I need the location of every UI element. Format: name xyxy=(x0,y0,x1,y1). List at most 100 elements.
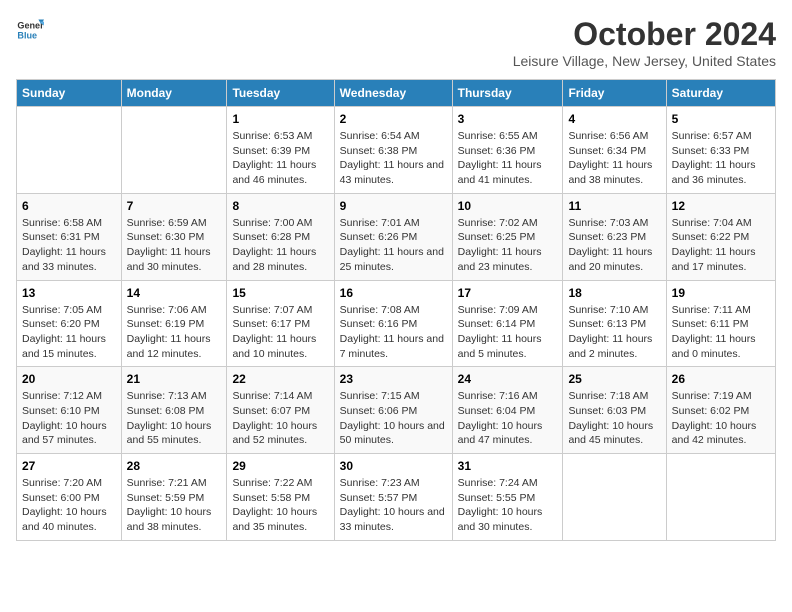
calendar-cell: 24Sunrise: 7:16 AM Sunset: 6:04 PM Dayli… xyxy=(452,367,563,454)
day-info: Sunrise: 7:03 AM Sunset: 6:23 PM Dayligh… xyxy=(568,216,660,275)
calendar-cell: 28Sunrise: 7:21 AM Sunset: 5:59 PM Dayli… xyxy=(121,454,227,541)
day-number: 13 xyxy=(22,286,116,300)
calendar-cell: 12 Sunrise: 7:04 AM Sunset: 6:22 PM Dayli… xyxy=(666,193,775,280)
calendar-header-row: SundayMondayTuesdayWednesdayThursdayFrid… xyxy=(17,80,776,107)
day-info: Sunrise: 7:11 AM Sunset: 6:11 PM Dayligh… xyxy=(672,303,770,362)
day-info: Sunrise: 7:22 AM Sunset: 5:58 PM Dayligh… xyxy=(232,476,328,535)
day-info: Sunrise: 7:20 AM Sunset: 6:00 PM Dayligh… xyxy=(22,476,116,535)
calendar-cell: 6 Sunrise: 6:58 AM Sunset: 6:31 PM Daylig… xyxy=(17,193,122,280)
calendar-cell: 10 Sunrise: 7:02 AM Sunset: 6:25 PM Dayli… xyxy=(452,193,563,280)
calendar-cell: 19 Sunrise: 7:11 AM Sunset: 6:11 PM Dayli… xyxy=(666,280,775,367)
calendar-cell: 1 Sunrise: 6:53 AM Sunset: 6:39 PM Daylig… xyxy=(227,107,334,194)
day-number: 17 xyxy=(458,286,558,300)
calendar-cell: 26 Sunrise: 7:19 AM Sunset: 6:02 PM Dayli… xyxy=(666,367,775,454)
calendar-cell: 18 Sunrise: 7:10 AM Sunset: 6:13 PM Dayli… xyxy=(563,280,666,367)
day-number: 21 xyxy=(127,372,222,386)
calendar-table: SundayMondayTuesdayWednesdayThursdayFrid… xyxy=(16,79,776,541)
day-number: 1 xyxy=(232,112,328,126)
header-thursday: Thursday xyxy=(452,80,563,107)
day-info: Sunrise: 6:57 AM Sunset: 6:33 PM Dayligh… xyxy=(672,129,770,188)
day-info: Sunrise: 7:18 AM Sunset: 6:03 PM Dayligh… xyxy=(568,389,660,448)
calendar-cell: 4 Sunrise: 6:56 AM Sunset: 6:34 PM Daylig… xyxy=(563,107,666,194)
calendar-cell: 22 Sunrise: 7:14 AM Sunset: 6:07 PM Dayli… xyxy=(227,367,334,454)
calendar-cell: 3Sunrise: 6:55 AM Sunset: 6:36 PM Daylig… xyxy=(452,107,563,194)
day-info: Sunrise: 7:14 AM Sunset: 6:07 PM Dayligh… xyxy=(232,389,328,448)
day-info: Sunrise: 7:23 AM Sunset: 5:57 PM Dayligh… xyxy=(340,476,447,535)
day-number: 15 xyxy=(232,286,328,300)
calendar-cell: 16 Sunrise: 7:08 AM Sunset: 6:16 PM Dayli… xyxy=(334,280,452,367)
calendar-week-5: 27 Sunrise: 7:20 AM Sunset: 6:00 PM Dayli… xyxy=(17,454,776,541)
day-info: Sunrise: 7:05 AM Sunset: 6:20 PM Dayligh… xyxy=(22,303,116,362)
day-number: 7 xyxy=(127,199,222,213)
svg-text:Blue: Blue xyxy=(17,30,37,40)
day-number: 29 xyxy=(232,459,328,473)
calendar-week-4: 20 Sunrise: 7:12 AM Sunset: 6:10 PM Dayli… xyxy=(17,367,776,454)
calendar-week-1: 1 Sunrise: 6:53 AM Sunset: 6:39 PM Daylig… xyxy=(17,107,776,194)
day-number: 27 xyxy=(22,459,116,473)
header-tuesday: Tuesday xyxy=(227,80,334,107)
day-number: 26 xyxy=(672,372,770,386)
day-info: Sunrise: 7:12 AM Sunset: 6:10 PM Dayligh… xyxy=(22,389,116,448)
day-number: 3 xyxy=(458,112,558,126)
page-header: General Blue October 2024 Leisure Villag… xyxy=(16,16,776,69)
header-sunday: Sunday xyxy=(17,80,122,107)
day-number: 30 xyxy=(340,459,447,473)
day-info: Sunrise: 7:02 AM Sunset: 6:25 PM Dayligh… xyxy=(458,216,558,275)
day-info: Sunrise: 7:13 AM Sunset: 6:08 PM Dayligh… xyxy=(127,389,222,448)
calendar-cell: 30 Sunrise: 7:23 AM Sunset: 5:57 PM Dayli… xyxy=(334,454,452,541)
day-info: Sunrise: 7:24 AM Sunset: 5:55 PM Dayligh… xyxy=(458,476,558,535)
day-number: 16 xyxy=(340,286,447,300)
day-number: 24 xyxy=(458,372,558,386)
day-number: 23 xyxy=(340,372,447,386)
calendar-cell: 21 Sunrise: 7:13 AM Sunset: 6:08 PM Dayli… xyxy=(121,367,227,454)
calendar-cell xyxy=(563,454,666,541)
day-info: Sunrise: 6:59 AM Sunset: 6:30 PM Dayligh… xyxy=(127,216,222,275)
day-info: Sunrise: 7:19 AM Sunset: 6:02 PM Dayligh… xyxy=(672,389,770,448)
day-number: 11 xyxy=(568,199,660,213)
calendar-cell xyxy=(121,107,227,194)
calendar-cell: 8 Sunrise: 7:00 AM Sunset: 6:28 PM Daylig… xyxy=(227,193,334,280)
day-number: 14 xyxy=(127,286,222,300)
day-number: 22 xyxy=(232,372,328,386)
calendar-week-3: 13 Sunrise: 7:05 AM Sunset: 6:20 PM Dayli… xyxy=(17,280,776,367)
calendar-cell: 20 Sunrise: 7:12 AM Sunset: 6:10 PM Dayli… xyxy=(17,367,122,454)
day-info: Sunrise: 6:58 AM Sunset: 6:31 PM Dayligh… xyxy=(22,216,116,275)
day-info: Sunrise: 6:54 AM Sunset: 6:38 PM Dayligh… xyxy=(340,129,447,188)
calendar-cell: 2 Sunrise: 6:54 AM Sunset: 6:38 PM Daylig… xyxy=(334,107,452,194)
logo-icon: General Blue xyxy=(16,16,44,44)
day-info: Sunrise: 7:00 AM Sunset: 6:28 PM Dayligh… xyxy=(232,216,328,275)
day-info: Sunrise: 7:04 AM Sunset: 6:22 PM Dayligh… xyxy=(672,216,770,275)
header-monday: Monday xyxy=(121,80,227,107)
calendar-cell: 5Sunrise: 6:57 AM Sunset: 6:33 PM Daylig… xyxy=(666,107,775,194)
calendar-cell: 14 Sunrise: 7:06 AM Sunset: 6:19 PM Dayli… xyxy=(121,280,227,367)
day-number: 20 xyxy=(22,372,116,386)
location-title: Leisure Village, New Jersey, United Stat… xyxy=(513,53,776,69)
calendar-cell: 7 Sunrise: 6:59 AM Sunset: 6:30 PM Daylig… xyxy=(121,193,227,280)
header-saturday: Saturday xyxy=(666,80,775,107)
day-number: 12 xyxy=(672,199,770,213)
day-number: 25 xyxy=(568,372,660,386)
logo: General Blue xyxy=(16,16,44,44)
calendar-cell: 13 Sunrise: 7:05 AM Sunset: 6:20 PM Dayli… xyxy=(17,280,122,367)
calendar-cell xyxy=(666,454,775,541)
calendar-cell: 17Sunrise: 7:09 AM Sunset: 6:14 PM Dayli… xyxy=(452,280,563,367)
day-number: 4 xyxy=(568,112,660,126)
header-friday: Friday xyxy=(563,80,666,107)
title-area: October 2024 Leisure Village, New Jersey… xyxy=(513,16,776,69)
day-info: Sunrise: 7:07 AM Sunset: 6:17 PM Dayligh… xyxy=(232,303,328,362)
day-number: 10 xyxy=(458,199,558,213)
day-info: Sunrise: 7:06 AM Sunset: 6:19 PM Dayligh… xyxy=(127,303,222,362)
calendar-cell xyxy=(17,107,122,194)
calendar-week-2: 6 Sunrise: 6:58 AM Sunset: 6:31 PM Daylig… xyxy=(17,193,776,280)
day-info: Sunrise: 6:53 AM Sunset: 6:39 PM Dayligh… xyxy=(232,129,328,188)
day-number: 19 xyxy=(672,286,770,300)
day-info: Sunrise: 7:08 AM Sunset: 6:16 PM Dayligh… xyxy=(340,303,447,362)
day-number: 2 xyxy=(340,112,447,126)
day-info: Sunrise: 7:10 AM Sunset: 6:13 PM Dayligh… xyxy=(568,303,660,362)
day-number: 6 xyxy=(22,199,116,213)
day-number: 8 xyxy=(232,199,328,213)
calendar-cell: 23Sunrise: 7:15 AM Sunset: 6:06 PM Dayli… xyxy=(334,367,452,454)
day-info: Sunrise: 6:56 AM Sunset: 6:34 PM Dayligh… xyxy=(568,129,660,188)
day-info: Sunrise: 7:21 AM Sunset: 5:59 PM Dayligh… xyxy=(127,476,222,535)
day-number: 18 xyxy=(568,286,660,300)
